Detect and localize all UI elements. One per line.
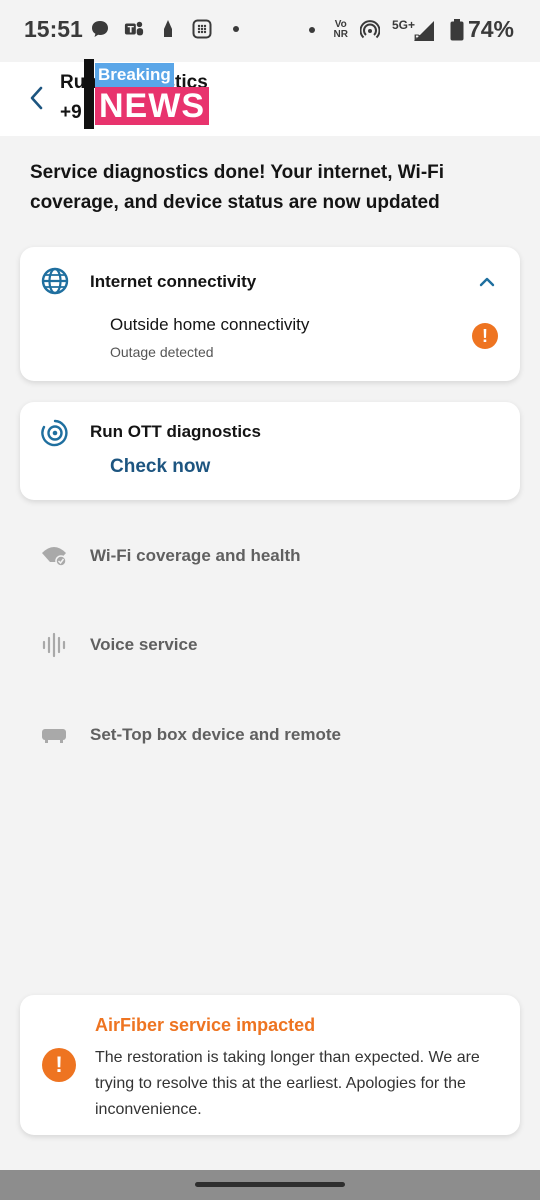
voice-service-row[interactable]: Voice service	[40, 630, 197, 660]
voice-row-label: Voice service	[90, 635, 198, 654]
set-top-box-icon	[40, 721, 68, 749]
warning-icon: !	[472, 323, 498, 349]
keypad-icon	[192, 19, 212, 39]
dot-icon	[302, 20, 322, 40]
internet-card-title: Internet connectivity	[90, 272, 257, 291]
breaking-news-overlay: Breaking NEWS	[84, 59, 216, 129]
target-icon	[40, 418, 70, 448]
wifi-coverage-row[interactable]: Wi-Fi coverage and health	[40, 541, 301, 571]
vonr-icon: Vo NR	[333, 19, 348, 40]
sound-wave-icon	[40, 631, 68, 659]
teams-icon: T	[124, 19, 144, 39]
battery-percent: 74%	[467, 16, 514, 42]
service-impact-alert: ! AirFiber service impacted The restorat…	[20, 995, 520, 1135]
app-header: Run diagnostics +9	[0, 62, 540, 136]
outside-home-title: Outside home connectivity	[110, 315, 310, 334]
stb-row-label: Set-Top box device and remote	[90, 725, 341, 744]
wifi-router-icon	[40, 542, 68, 570]
status-left-icons: T	[90, 19, 246, 39]
vonr-bottom-label: NR	[333, 28, 348, 40]
dot-icon	[226, 19, 246, 39]
alert-warning-icon: !	[42, 1048, 76, 1082]
page-subtitle: +9	[60, 102, 82, 123]
wifi-row-label: Wi-Fi coverage and health	[90, 546, 301, 565]
chevron-left-icon	[30, 86, 43, 110]
diagnostics-summary: Service diagnostics done! Your internet,…	[30, 162, 445, 213]
outage-status: Outage detected	[110, 344, 214, 360]
back-button[interactable]	[20, 82, 52, 114]
alert-title: AirFiber service impacted	[95, 1015, 316, 1035]
news-news-label: NEWS	[95, 87, 209, 125]
status-bar: 15:51 T Vo NR 5G+ R 74%	[0, 0, 540, 62]
chevron-up-icon[interactable]	[476, 271, 498, 293]
ott-card-title: Run OTT diagnostics	[90, 422, 261, 441]
battery-icon	[450, 18, 464, 40]
chat-bubble-icon	[90, 19, 110, 39]
svg-text:T: T	[128, 26, 135, 36]
alert-message: The restoration is taking longer than ex…	[95, 1049, 480, 1118]
status-right-icons: Vo NR 5G+ R 74%	[302, 16, 514, 43]
signal-5g-icon: 5G+ R	[392, 19, 438, 43]
globe-icon	[40, 266, 70, 296]
check-now-link[interactable]: Check now	[110, 456, 210, 478]
rocket-icon	[158, 19, 178, 39]
set-top-box-row[interactable]: Set-Top box device and remote	[40, 720, 341, 750]
hotspot-icon	[359, 19, 380, 40]
news-breaking-label: Breaking	[95, 63, 174, 87]
internet-connectivity-card: Internet connectivity Outside home conne…	[20, 247, 520, 381]
ott-diagnostics-card: Run OTT diagnostics Check now	[20, 402, 520, 500]
news-overlay-bar	[84, 59, 94, 129]
home-gesture-handle[interactable]	[195, 1182, 345, 1187]
roaming-label: R	[413, 32, 421, 43]
status-time: 15:51	[24, 16, 83, 42]
